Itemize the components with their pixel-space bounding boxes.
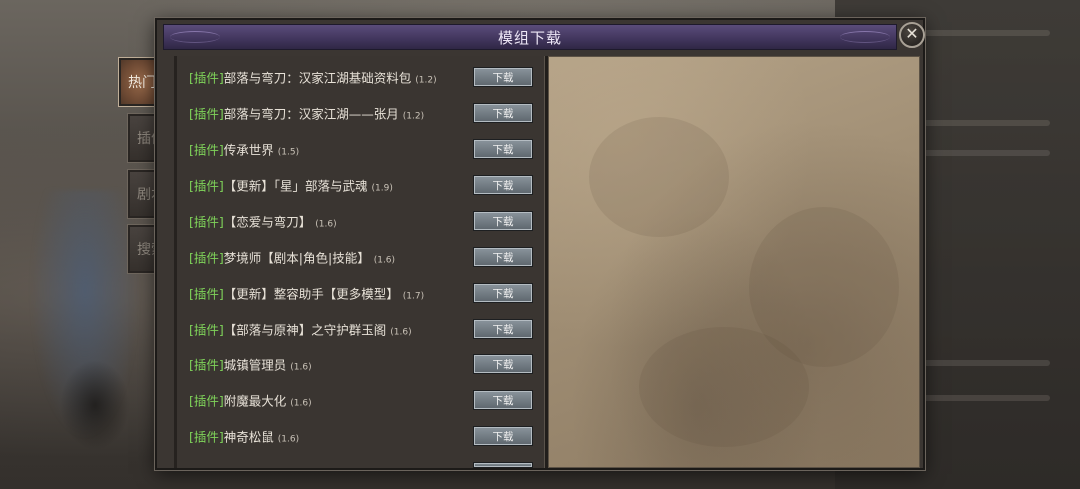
mod-version: (1.9) bbox=[371, 183, 393, 194]
download-button[interactable]: 下载 bbox=[473, 103, 533, 123]
mod-name: 部落与弯刀：汉家江湖基础资料包 bbox=[223, 70, 412, 86]
mod-title: [插件]梦境师【剧本|角色|技能】 (1.6) bbox=[189, 248, 395, 267]
list-item: [插件]部落与弯刀：汉家江湖基础资料包 (1.2) 下载 bbox=[177, 59, 544, 95]
list-item: [插件]附魔最大化 (1.6) 下载 bbox=[177, 382, 544, 418]
close-icon: ✕ bbox=[905, 24, 919, 43]
list-item: [插件]梦境师【剧本|角色|技能】 (1.6) 下载 bbox=[177, 239, 544, 275]
download-button[interactable]: 下载 bbox=[473, 354, 533, 374]
title-ornament-left bbox=[170, 31, 220, 43]
mod-list[interactable]: [插件]部落与弯刀：汉家江湖基础资料包 (1.2) 下载 [插件]部落与弯刀：汉家… bbox=[174, 56, 544, 468]
mod-title: [插件]城镇管理员 (1.6) bbox=[189, 355, 312, 374]
title-ornament-right bbox=[840, 31, 890, 43]
mod-name: 梦境师【剧本|角色|技能】 bbox=[223, 250, 370, 266]
download-button[interactable]: 下载 bbox=[473, 247, 533, 267]
mod-title: [插件]【恋爱与弯刀】 (1.6) bbox=[189, 212, 337, 231]
mod-version: (1.7) bbox=[402, 291, 425, 302]
download-button[interactable]: 下载 bbox=[473, 283, 533, 303]
mod-tag: [插件] bbox=[189, 286, 224, 302]
dialog-title-bar: 模组下载 bbox=[163, 24, 897, 50]
mod-tag: [插件] bbox=[189, 142, 224, 158]
download-button[interactable]: 下载 bbox=[473, 319, 533, 339]
mod-version: (1.2) bbox=[402, 111, 425, 122]
close-button[interactable]: ✕ bbox=[899, 22, 925, 48]
list-item-partial bbox=[177, 432, 544, 468]
list-item: [插件]城镇管理员 (1.6) 下载 bbox=[177, 346, 544, 382]
mod-version: (1.6) bbox=[315, 219, 337, 230]
mod-version: (1.5) bbox=[277, 147, 300, 158]
mod-name: 【更新】整容助手【更多模型】 bbox=[223, 286, 399, 302]
mod-version: (1.2) bbox=[415, 75, 437, 86]
download-button[interactable]: 下载 bbox=[473, 390, 533, 410]
download-button[interactable] bbox=[473, 462, 533, 468]
mod-tag: [插件] bbox=[189, 106, 224, 122]
mod-version: (1.6) bbox=[290, 398, 312, 409]
mod-tag: [插件] bbox=[189, 357, 224, 373]
dialog-title: 模组下载 bbox=[497, 28, 562, 47]
download-button[interactable]: 下载 bbox=[473, 211, 533, 231]
mod-tag: [插件] bbox=[189, 214, 224, 230]
mod-title: [插件]部落与弯刀：汉家江湖基础资料包 (1.2) bbox=[189, 68, 437, 87]
mod-tag: [插件] bbox=[189, 393, 224, 409]
download-button[interactable]: 下载 bbox=[473, 67, 533, 87]
tab-hot-label: 热门 bbox=[128, 75, 156, 91]
list-item: [插件]传承世界 (1.5) 下载 bbox=[177, 131, 544, 167]
background-character-shadow bbox=[60, 360, 130, 450]
mod-tag: [插件] bbox=[189, 70, 224, 86]
mod-name: 【恋爱与弯刀】 bbox=[223, 214, 312, 230]
parchment-texture bbox=[639, 327, 809, 447]
mod-tag: [插件] bbox=[189, 250, 224, 266]
mod-title: [插件]【更新】整容助手【更多模型】 (1.7) bbox=[189, 284, 424, 303]
mod-detail-panel bbox=[548, 56, 920, 468]
mod-tag: [插件] bbox=[189, 178, 224, 194]
mod-title: [插件]部落与弯刀：汉家江湖——张月 (1.2) bbox=[189, 104, 424, 123]
mod-title: [插件]附魔最大化 (1.6) bbox=[189, 391, 312, 410]
list-item: [插件]部落与弯刀：汉家江湖——张月 (1.2) 下载 bbox=[177, 95, 544, 131]
mod-name: 城镇管理员 bbox=[223, 357, 287, 373]
mod-name: 部落与弯刀：汉家江湖——张月 bbox=[223, 106, 399, 122]
list-item: [插件]【恋爱与弯刀】 (1.6) 下载 bbox=[177, 203, 544, 239]
mod-version: (1.6) bbox=[373, 255, 396, 266]
list-item: [插件]【更新】「星」部落与武魂 (1.9) 下载 bbox=[177, 167, 544, 203]
mod-name: 传承世界 bbox=[223, 142, 274, 158]
mod-title: [插件]传承世界 (1.5) bbox=[189, 140, 299, 159]
mod-title: [插件]【更新】「星」部落与武魂 (1.9) bbox=[189, 176, 393, 195]
mod-name: 【更新】「星」部落与武魂 bbox=[223, 178, 368, 194]
mod-name: 附魔最大化 bbox=[223, 393, 287, 409]
mod-version: (1.6) bbox=[290, 362, 312, 373]
mod-tag: [插件] bbox=[189, 322, 224, 338]
mod-version: (1.6) bbox=[390, 327, 412, 338]
list-item: [插件]【更新】整容助手【更多模型】 (1.7) 下载 bbox=[177, 275, 544, 311]
parchment-texture bbox=[589, 117, 729, 237]
mod-download-dialog: 模组下载 ✕ [插件]部落与弯刀：汉家江湖基础资料包 (1.2) 下载 [插件]部… bbox=[155, 18, 925, 470]
mod-title: [插件]【部落与原神】之守护群玉阁 (1.6) bbox=[189, 320, 412, 339]
mod-name: 【部落与原神】之守护群玉阁 bbox=[223, 322, 387, 338]
list-item: [插件]【部落与原神】之守护群玉阁 (1.6) 下载 bbox=[177, 311, 544, 347]
download-button[interactable]: 下载 bbox=[473, 139, 533, 159]
download-button[interactable]: 下载 bbox=[473, 175, 533, 195]
